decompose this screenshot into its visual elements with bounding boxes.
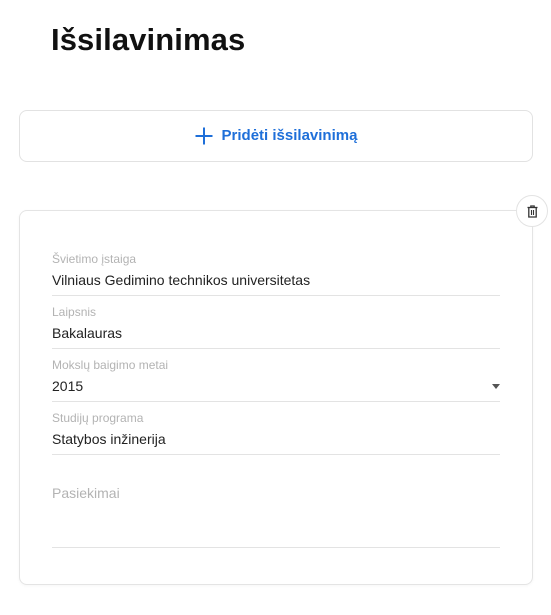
add-education-content: Pridėti išsilavinimą [195,127,358,145]
achievements-textarea[interactable]: Pasiekimai [52,484,500,548]
graduation-year-select[interactable]: Mokslų baigimo metai 2015 [52,358,500,402]
achievements-placeholder: Pasiekimai [52,485,120,501]
graduation-year-label: Mokslų baigimo metai [52,358,169,372]
degree-field[interactable]: Laipsnis Bakalauras [52,305,500,349]
add-education-button[interactable]: Pridėti išsilavinimą [19,110,533,162]
degree-value: Bakalauras [52,325,123,341]
page-title: Išsilavinimas [51,22,246,57]
institution-value: Vilniaus Gedimino technikos universiteta… [52,272,311,288]
add-education-label: Pridėti išsilavinimą [221,127,358,144]
institution-label: Švietimo įstaiga [52,252,137,266]
study-program-field[interactable]: Studijų programa Statybos inžinerija [52,411,500,455]
education-page: Išsilavinimas Pridėti išsilavinimą Šviet… [0,0,551,615]
institution-field[interactable]: Švietimo įstaiga Vilniaus Gedimino techn… [52,252,500,296]
chevron-down-icon[interactable] [492,384,500,389]
plus-icon [195,127,213,145]
study-program-value: Statybos inžinerija [52,431,166,447]
trash-icon [527,204,537,218]
degree-label: Laipsnis [52,305,97,319]
graduation-year-value: 2015 [52,378,84,394]
delete-education-button[interactable] [516,195,548,227]
study-program-label: Studijų programa [52,411,144,425]
